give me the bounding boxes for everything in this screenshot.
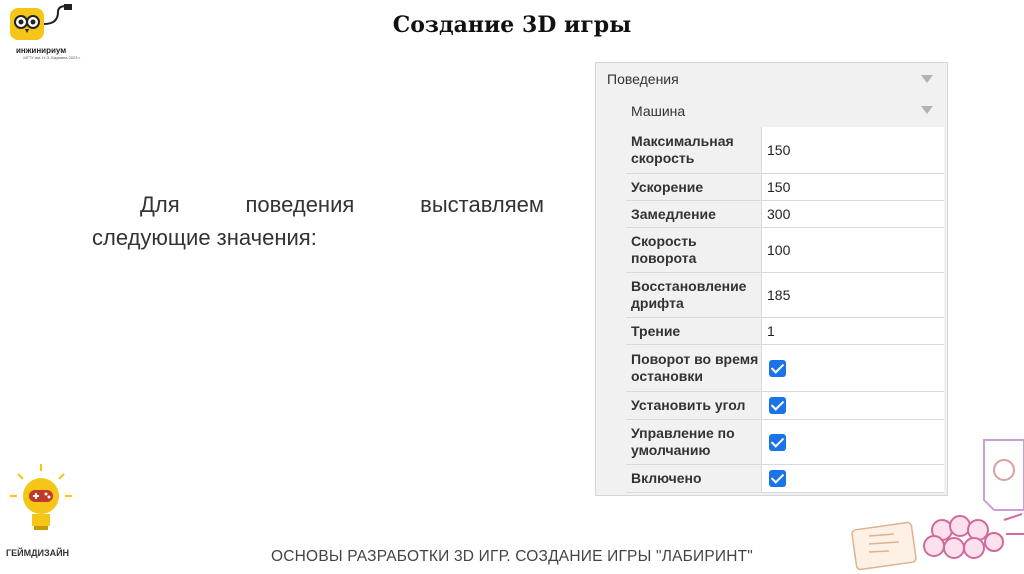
slide-title: Создание 3D игры (392, 12, 632, 38)
decorative-doodles-icon (851, 439, 1024, 571)
property-value[interactable]: 150 (761, 127, 944, 173)
body-paragraph: Для поведения выставляем следующие значе… (92, 192, 544, 250)
car-behavior-title: Машина (631, 103, 686, 119)
property-row-deceleration: Замедление 300 (626, 201, 944, 228)
property-label: Замедление (626, 201, 761, 227)
property-label: Поворот во время остановки (626, 345, 761, 391)
behaviors-title: Поведения (607, 71, 679, 87)
checkbox-checked-icon[interactable] (769, 359, 786, 377)
behaviors-header[interactable]: Поведения (596, 63, 947, 94)
property-label: Ускорение (626, 174, 761, 200)
property-label: Установить угол (626, 392, 761, 419)
logo-name: инжинириум (16, 46, 67, 55)
property-value[interactable]: 300 (761, 201, 944, 227)
property-value (761, 345, 944, 391)
property-row-friction: Трение 1 (626, 318, 944, 345)
property-label: Управление по умолчанию (626, 420, 761, 464)
property-row-set-angle: Установить угол (626, 392, 944, 420)
property-row-acceleration: Ускорение 150 (626, 174, 944, 201)
car-behavior-header[interactable]: Машина (596, 94, 947, 126)
checkbox-checked-icon[interactable] (769, 397, 786, 414)
collapse-triangle-icon[interactable] (921, 106, 933, 114)
property-label: Трение (626, 318, 761, 344)
property-value[interactable]: 1 (761, 318, 944, 344)
checkbox-checked-icon[interactable] (769, 433, 786, 451)
property-label: Скорость поворота (626, 228, 761, 272)
property-row-max-speed: Максимальная скорость 150 (626, 127, 944, 174)
property-value[interactable]: 185 (761, 273, 944, 317)
property-row-drift-recover: Восстановление дрифта 185 (626, 273, 944, 318)
property-value[interactable]: 100 (761, 228, 944, 272)
property-value (761, 392, 944, 419)
property-value[interactable]: 150 (761, 174, 944, 200)
property-label: Максимальная скорость (626, 127, 761, 173)
collapse-triangle-icon[interactable] (921, 75, 933, 83)
property-label: Включено (626, 465, 761, 492)
property-row-turn-while-stopped: Поворот во время остановки (626, 345, 944, 392)
logo-subtitle: МГТУ им. Н.Э. Баумана 2023 г. (23, 55, 81, 60)
property-label: Восстановление дрифта (626, 273, 761, 317)
lightbulb-gamepad-icon (10, 464, 72, 530)
checkbox-checked-icon[interactable] (769, 470, 786, 487)
property-row-turn-speed: Скорость поворота 100 (626, 228, 944, 273)
